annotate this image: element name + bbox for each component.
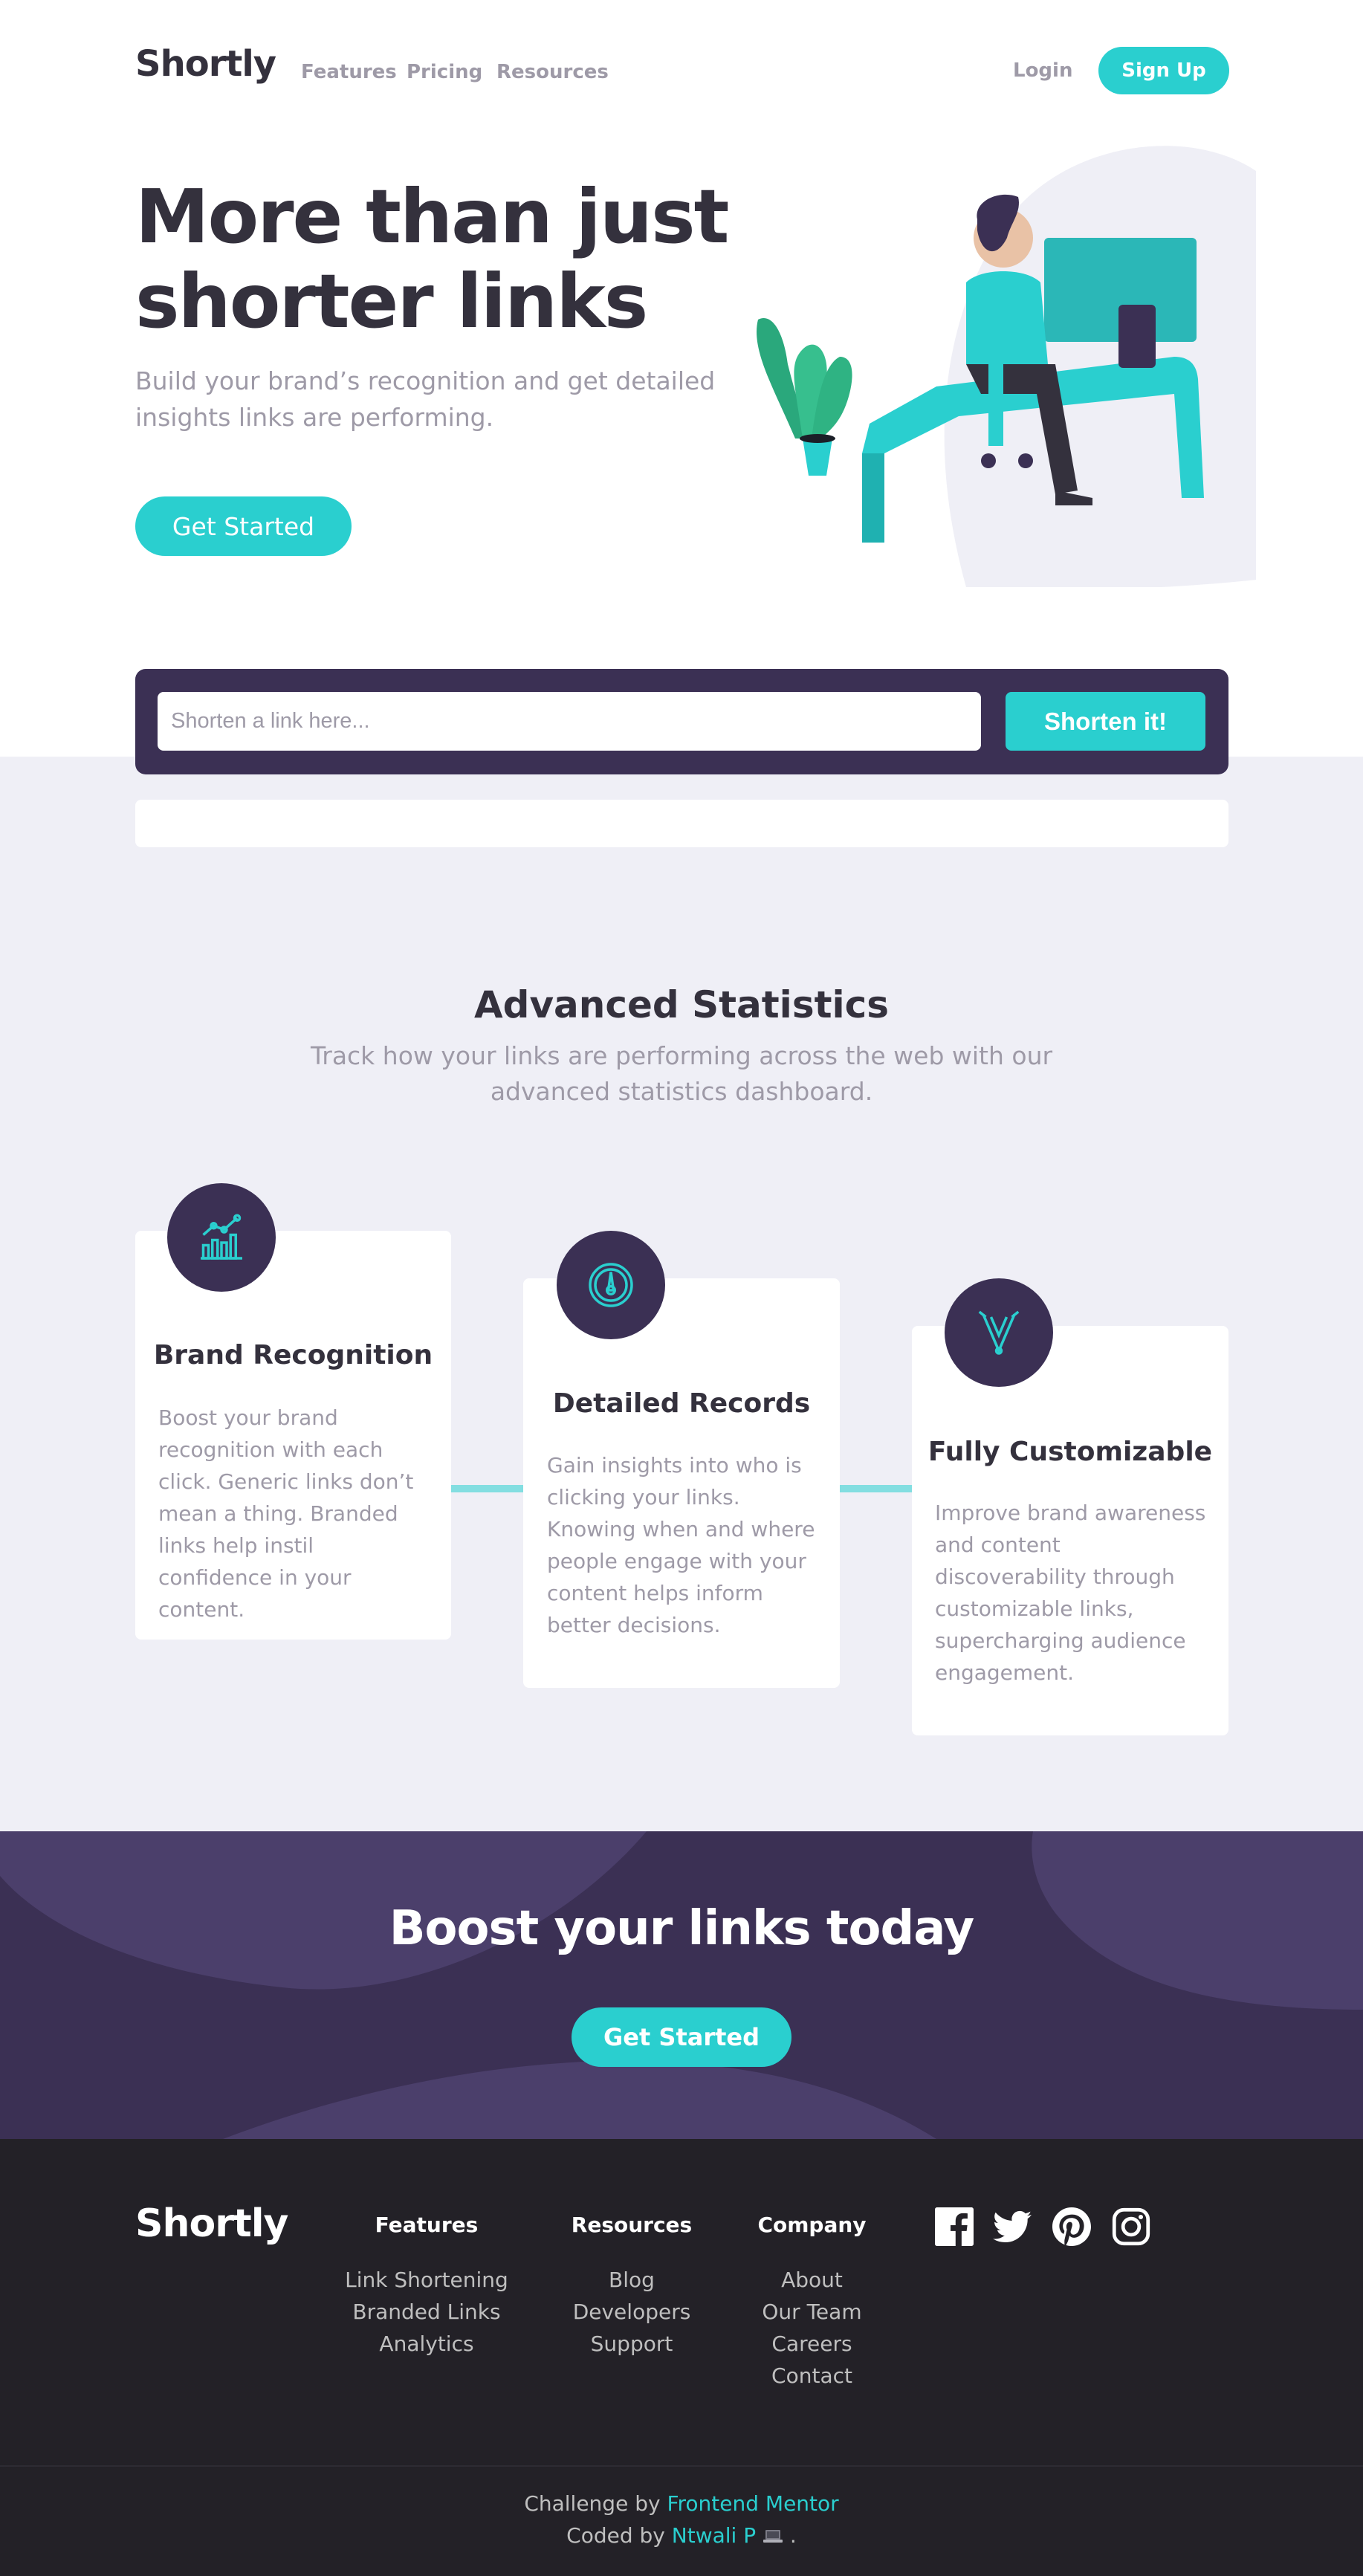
fully-customizable-icon [945,1278,1053,1387]
attribution-coded-prefix: Coded by [566,2523,665,2548]
card-title: Brand Recognition [153,1340,433,1370]
get-started-button[interactable]: Get Started [135,496,352,556]
shorten-input[interactable] [158,692,981,751]
footer-link[interactable]: Link Shortening [327,2264,526,2296]
footer-link[interactable]: Branded Links [327,2296,526,2328]
statistics-subtitle: Track how your links are performing acro… [310,1041,1053,1106]
site-logo[interactable]: Shortly [135,43,276,85]
boost-title: Boost your links today [389,1901,974,1956]
footer-link[interactable]: Support [535,2328,728,2360]
card-connector [840,1485,912,1492]
author-link[interactable]: Ntwali P [672,2523,756,2548]
footer-heading-resources: Resources [571,2213,693,2237]
laptop-emoji-icon [763,2523,790,2548]
footer-link[interactable]: Contact [736,2360,888,2392]
working-illustration [757,146,1256,587]
footer-links-resources: Blog Developers Support [535,2264,728,2360]
footer-links-company: About Our Team Careers Contact [736,2264,888,2392]
attribution-challenge: Challenge by Frontend Mentor [0,2491,1363,2516]
attribution-coded: Coded by Ntwali P . [0,2523,1363,2548]
footer-link[interactable]: Analytics [327,2328,526,2360]
footer-link[interactable]: About [736,2264,888,2296]
footer-logo[interactable]: Shortly [135,2201,288,2246]
footer-link[interactable]: Blog [535,2264,728,2296]
twitter-icon[interactable] [993,2207,1032,2246]
statistics-title: Advanced Statistics [473,983,890,1026]
footer-link[interactable]: Developers [535,2296,728,2328]
nav-pricing[interactable]: Pricing [407,61,482,83]
nav-features[interactable]: Features [301,61,397,83]
brand-recognition-icon [167,1183,276,1292]
card-text: Gain insights into who is clicking your … [547,1453,815,1637]
hero-subtitle: Build your brand’s recognition and get d… [135,366,716,432]
boost-section [0,1831,1363,2139]
card-text: Improve brand awareness and content disc… [935,1501,1206,1685]
footer-divider [0,2465,1363,2467]
result-box [135,800,1228,847]
frontend-mentor-link[interactable]: Frontend Mentor [667,2491,838,2516]
footer-heading-features: Features [375,2213,479,2237]
attribution-challenge-prefix: Challenge by [524,2491,661,2516]
pinterest-icon[interactable] [1052,2207,1091,2246]
boost-get-started-button[interactable]: Get Started [572,2007,791,2067]
footer-heading-company: Company [757,2213,867,2237]
card-title: Fully Customizable [927,1437,1213,1467]
card-connector [451,1485,523,1492]
shorten-button[interactable]: Shorten it! [1006,692,1205,751]
attribution-suffix: . [789,2523,797,2548]
hero-title: More than just shorter links [135,173,729,345]
card-title: Detailed Records [552,1388,811,1419]
nav-resources[interactable]: Resources [496,61,609,83]
plant-illustration [757,318,852,476]
card-text: Boost your brand recognition with each c… [158,1405,414,1622]
footer-link[interactable]: Our Team [736,2296,888,2328]
instagram-icon[interactable] [1112,2207,1150,2246]
signup-button[interactable]: Sign Up [1098,47,1229,94]
footer-links-features: Link Shortening Branded Links Analytics [327,2264,526,2360]
footer-link[interactable]: Careers [736,2328,888,2360]
detailed-records-icon [557,1231,665,1339]
facebook-icon[interactable] [935,2207,974,2246]
login-link[interactable]: Login [1013,59,1072,82]
